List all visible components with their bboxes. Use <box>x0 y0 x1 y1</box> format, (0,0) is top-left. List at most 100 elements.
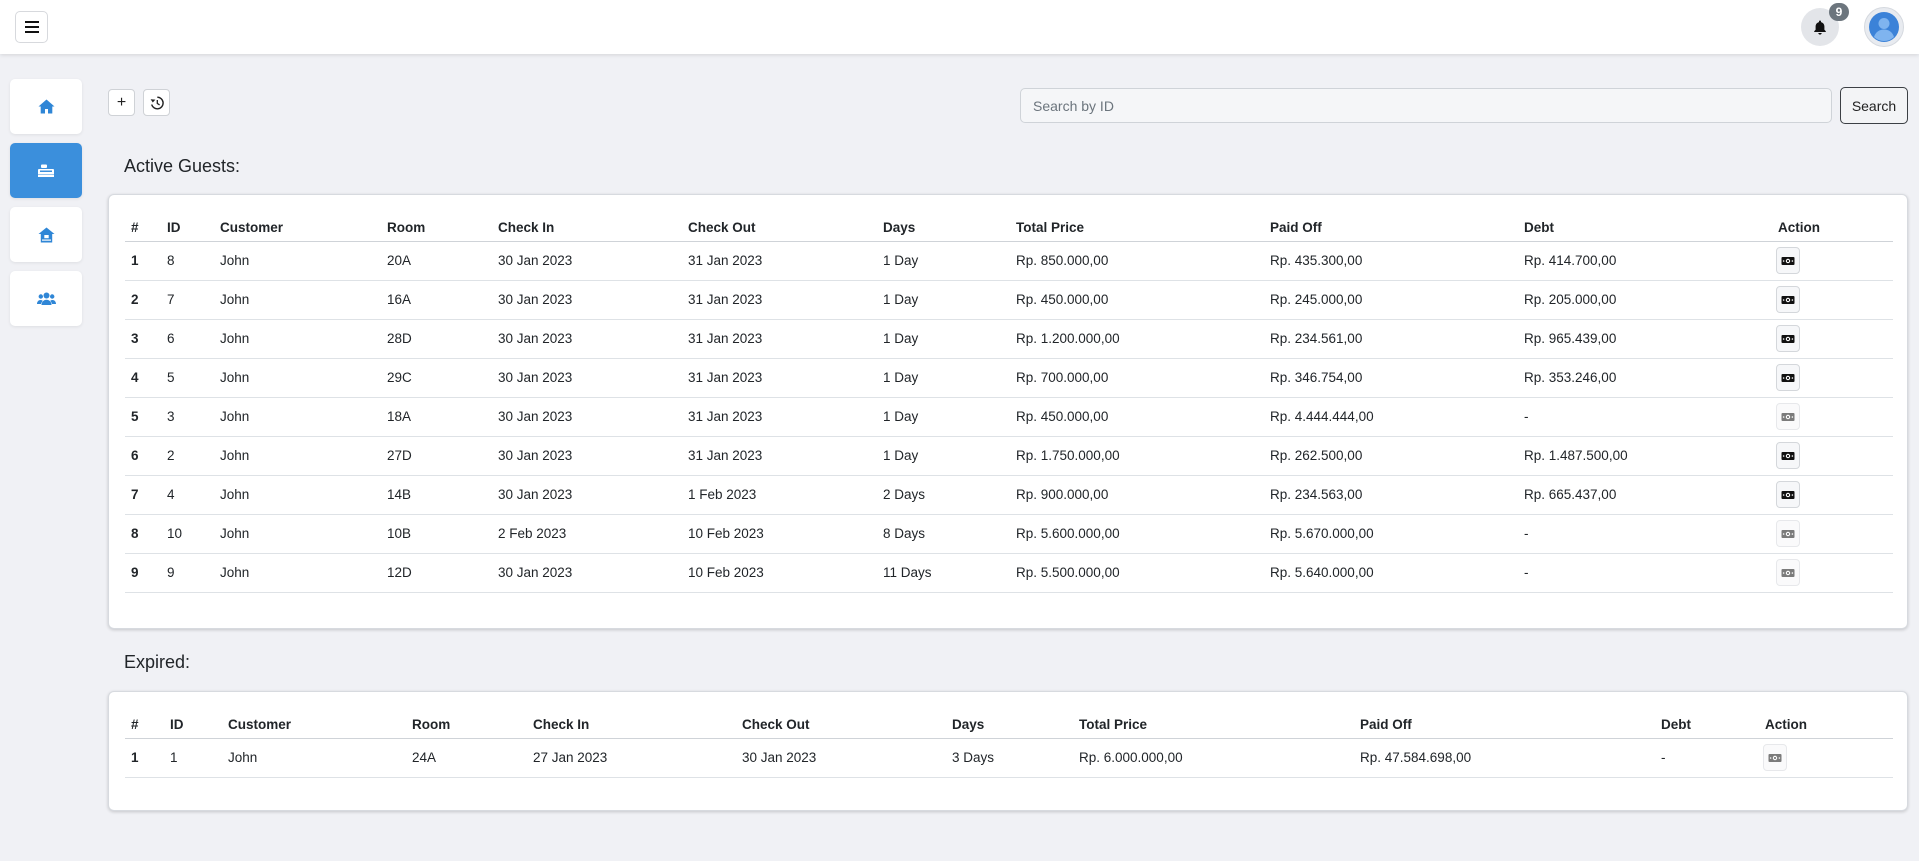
check-out-date-cell: 31 Jan 2023 <box>682 280 877 320</box>
check-out-date-cell: 10 Feb 2023 <box>682 553 877 593</box>
money-icon <box>1781 412 1795 421</box>
column-header-debt: Debt <box>1655 707 1759 739</box>
money-icon <box>1781 334 1795 343</box>
total-price-cell: Rp. 700.000,00 <box>1010 358 1264 398</box>
debt-cell: - <box>1655 738 1759 778</box>
booking-id-cell: 3 <box>161 397 214 437</box>
add-button[interactable]: + <box>108 89 135 116</box>
total-price-cell: Rp. 6.000.000,00 <box>1073 738 1354 778</box>
column-header-check-out: Check Out <box>736 707 946 739</box>
users-icon <box>36 292 56 305</box>
action-cell <box>1772 241 1893 281</box>
money-icon <box>1781 256 1795 265</box>
debt-cell: - <box>1518 553 1772 593</box>
row-number-cell: 3 <box>125 319 161 359</box>
money-icon <box>1781 373 1795 382</box>
customer-name-cell: John <box>214 358 381 398</box>
days-count-cell: 1 Day <box>877 436 1010 476</box>
check-in-date-cell: 30 Jan 2023 <box>492 280 682 320</box>
sidebar-item-customers[interactable] <box>10 271 82 326</box>
column-header-room: Room <box>381 210 492 242</box>
room-number-cell: 27D <box>381 436 492 476</box>
days-count-cell: 1 Day <box>877 280 1010 320</box>
booking-id-cell: 9 <box>161 553 214 593</box>
customer-name-cell: John <box>214 280 381 320</box>
row-number-cell: 9 <box>125 553 161 593</box>
booking-id-cell: 6 <box>161 319 214 359</box>
user-avatar-icon <box>1869 12 1899 42</box>
pay-button[interactable] <box>1776 442 1800 469</box>
history-button[interactable] <box>143 89 170 116</box>
paid-off-cell: Rp. 435.300,00 <box>1264 241 1518 281</box>
pay-button <box>1776 403 1800 430</box>
debt-cell: Rp. 1.487.500,00 <box>1518 436 1772 476</box>
total-price-cell: Rp. 5.600.000,00 <box>1010 514 1264 554</box>
action-cell <box>1772 436 1893 476</box>
active-guests-card: # ID Customer Room Check In Check Out Days Tota… <box>108 194 1908 629</box>
action-cell <box>1772 280 1893 320</box>
money-icon <box>1781 295 1795 304</box>
table-row: 8 10 John 10B 2 Feb 2023 10 Feb 2023 8 Days Rp.… <box>125 514 1893 554</box>
table-row: 6 2 John 27D 30 Jan 2023 31 Jan 2023 1 Day Rp. … <box>125 436 1893 476</box>
bell-icon <box>1814 20 1826 35</box>
row-number-cell: 1 <box>125 738 164 778</box>
column-header-total-price: Total Price <box>1073 707 1354 739</box>
total-price-cell: Rp. 1.750.000,00 <box>1010 436 1264 476</box>
check-out-date-cell: 1 Feb 2023 <box>682 475 877 515</box>
action-cell <box>1772 358 1893 398</box>
check-out-date-cell: 10 Feb 2023 <box>682 514 877 554</box>
search-button[interactable]: Search <box>1840 87 1908 124</box>
customer-name-cell: John <box>214 514 381 554</box>
pay-button[interactable] <box>1776 247 1800 274</box>
booking-id-cell: 7 <box>161 280 214 320</box>
menu-toggle-button[interactable] <box>15 11 48 43</box>
debt-cell: Rp. 353.246,00 <box>1518 358 1772 398</box>
room-number-cell: 10B <box>381 514 492 554</box>
paid-off-cell: Rp. 234.563,00 <box>1264 475 1518 515</box>
pay-button[interactable] <box>1776 286 1800 313</box>
row-number-cell: 8 <box>125 514 161 554</box>
active-guests-table: # ID Customer Room Check In Check Out Days Tota… <box>125 210 1893 593</box>
pay-button[interactable] <box>1776 364 1800 391</box>
column-header-action: Action <box>1772 210 1893 242</box>
column-header-room: Room <box>406 707 527 739</box>
paid-off-cell: Rp. 5.640.000,00 <box>1264 553 1518 593</box>
room-number-cell: 14B <box>381 475 492 515</box>
row-number-cell: 6 <box>125 436 161 476</box>
sidebar-item-bookings[interactable] <box>10 143 82 198</box>
pay-button[interactable] <box>1776 325 1800 352</box>
action-cell <box>1772 514 1893 554</box>
home-icon <box>38 99 54 114</box>
room-number-cell: 28D <box>381 319 492 359</box>
paid-off-cell: Rp. 234.561,00 <box>1264 319 1518 359</box>
table-row: 7 4 John 14B 30 Jan 2023 1 Feb 2023 2 Days Rp. … <box>125 475 1893 515</box>
total-price-cell: Rp. 450.000,00 <box>1010 397 1264 437</box>
check-in-date-cell: 30 Jan 2023 <box>492 397 682 437</box>
check-in-date-cell: 30 Jan 2023 <box>492 553 682 593</box>
booking-id-cell: 10 <box>161 514 214 554</box>
search-input[interactable] <box>1020 88 1832 123</box>
check-in-date-cell: 2 Feb 2023 <box>492 514 682 554</box>
customer-name-cell: John <box>214 319 381 359</box>
sidebar-item-home[interactable] <box>10 79 82 134</box>
total-price-cell: Rp. 1.200.000,00 <box>1010 319 1264 359</box>
row-number-cell: 4 <box>125 358 161 398</box>
column-header-total-price: Total Price <box>1010 210 1264 242</box>
action-cell <box>1772 397 1893 437</box>
action-cell <box>1759 738 1893 778</box>
pay-button[interactable] <box>1776 481 1800 508</box>
days-count-cell: 11 Days <box>877 553 1010 593</box>
check-out-date-cell: 31 Jan 2023 <box>682 319 877 359</box>
money-icon <box>1781 529 1795 538</box>
sidebar-item-rooms[interactable] <box>10 207 82 262</box>
room-number-cell: 29C <box>381 358 492 398</box>
action-cell <box>1772 475 1893 515</box>
check-in-date-cell: 27 Jan 2023 <box>527 738 736 778</box>
days-count-cell: 3 Days <box>946 738 1073 778</box>
active-guests-title: Active Guests: <box>124 156 241 176</box>
row-number-cell: 1 <box>125 241 161 281</box>
days-count-cell: 1 Day <box>877 397 1010 437</box>
user-avatar-button[interactable] <box>1864 7 1904 47</box>
customer-name-cell: John <box>214 475 381 515</box>
booking-id-cell: 1 <box>164 738 222 778</box>
